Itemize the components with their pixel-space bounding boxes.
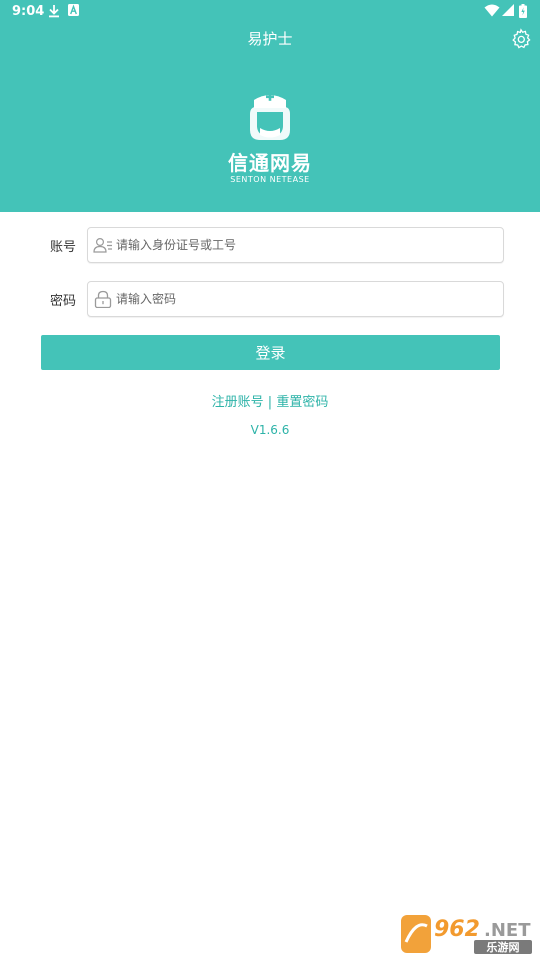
- svg-text:962: 962: [434, 917, 480, 942]
- svg-text:乐游网: 乐游网: [487, 940, 520, 954]
- gear-icon: [512, 28, 531, 49]
- brand-subtitle: SENTON NETEASE: [230, 175, 310, 184]
- battery-icon: [519, 4, 527, 18]
- wifi-icon: [484, 4, 500, 17]
- settings-button[interactable]: [509, 27, 533, 51]
- status-time: 9:04: [12, 4, 45, 19]
- login-screen: 9:04 易护士 信通网易 SENTON NETEASE 账号 请输入身份证号或…: [0, 0, 540, 960]
- user-card-icon: [93, 237, 112, 253]
- signal-icon: [502, 4, 514, 16]
- status-bar: 9:04: [0, 0, 540, 24]
- password-label: 密码: [50, 294, 77, 309]
- account-input[interactable]: [116, 228, 496, 262]
- reset-password-link[interactable]: 重置密码: [276, 395, 328, 410]
- nurse-logo-icon: [250, 92, 290, 140]
- header-banner: 9:04 易护士 信通网易 SENTON NETEASE: [0, 0, 540, 212]
- links-separator: |: [267, 395, 273, 410]
- password-field[interactable]: [87, 281, 504, 317]
- account-field[interactable]: [87, 227, 504, 263]
- app-title: 易护士: [247, 30, 293, 48]
- password-input[interactable]: [116, 282, 496, 316]
- watermark-logo: 962 .NET 乐游网: [401, 915, 532, 954]
- svg-text:.NET: .NET: [484, 920, 531, 941]
- version-label: V1.6.6: [250, 423, 290, 437]
- auth-links: 注册账号 | 重置密码: [0, 391, 540, 410]
- login-button[interactable]: 登录: [41, 335, 500, 370]
- download-icon: [49, 5, 59, 18]
- brand-name: 信通网易: [228, 151, 312, 175]
- account-row: 账号: [0, 227, 540, 263]
- password-row: 密码: [0, 281, 540, 317]
- lock-icon: [94, 290, 112, 308]
- register-link[interactable]: 注册账号: [212, 395, 264, 410]
- account-label: 账号: [50, 240, 77, 255]
- keyboard-a-icon: [68, 4, 79, 16]
